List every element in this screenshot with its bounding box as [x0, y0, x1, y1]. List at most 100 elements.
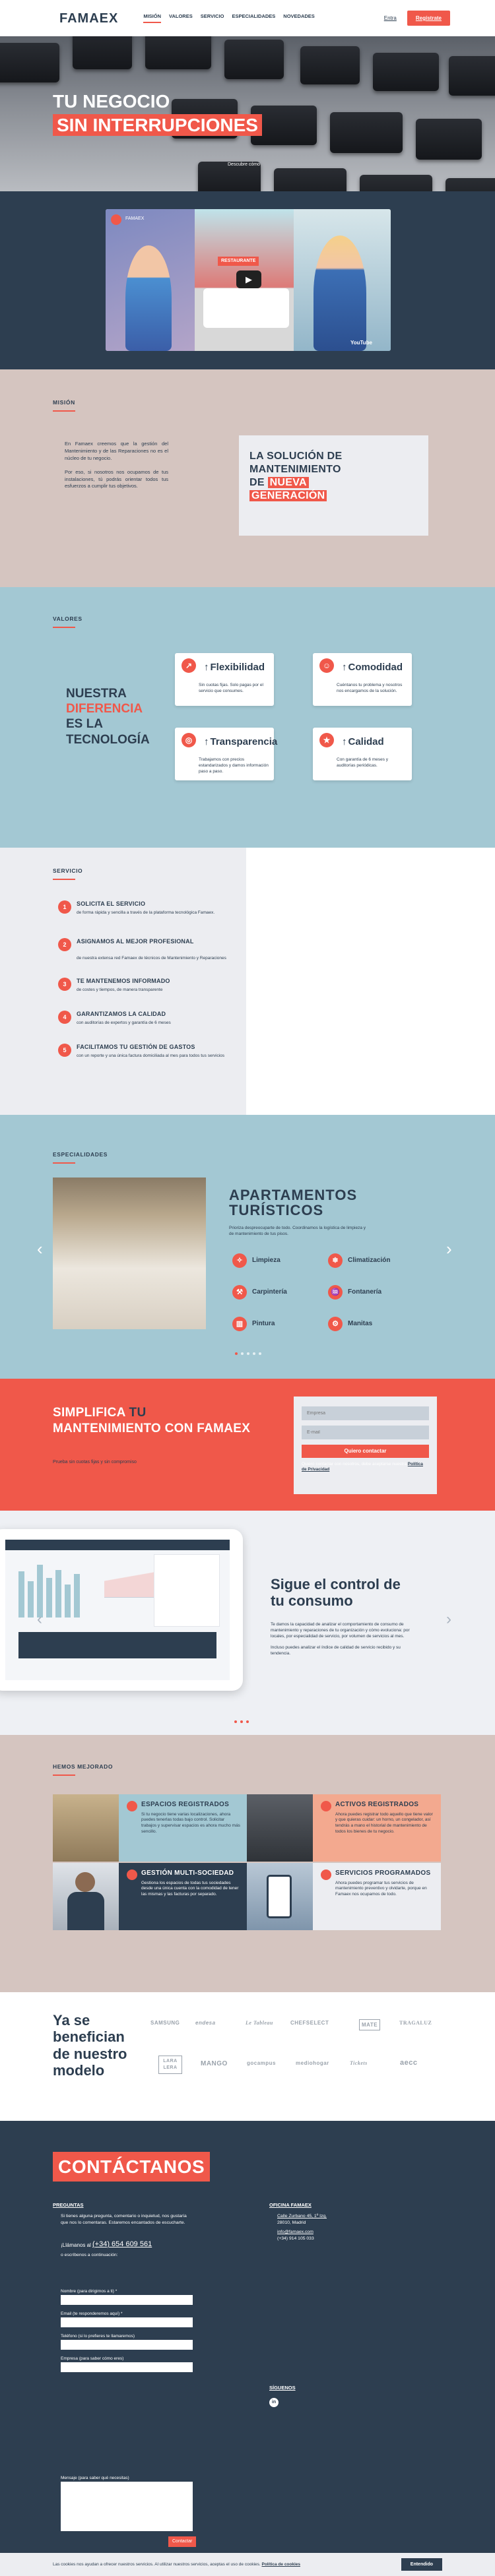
section-label: VALORES [53, 615, 82, 628]
clientes-title: Ya se benefician de nuestro modelo [53, 2012, 127, 2079]
value-card-comodidad: ☺ Comodidad Cuéntanos tu problema y noso… [313, 653, 412, 706]
youtube-logo[interactable]: YouTube [350, 339, 372, 346]
chevron-right-icon[interactable]: › [446, 1608, 451, 1631]
email-label: Email (te responderemos aquí) * [61, 2311, 123, 2316]
video-player[interactable]: RESTAURANTE FAMAEX ▶ YouTube [106, 209, 391, 351]
video-panel-right [294, 209, 391, 351]
login-link[interactable]: Entra [384, 15, 397, 22]
quick-contact-form: Quiero contactar Quiero contactar con no… [294, 1397, 437, 1494]
famaex-logo[interactable]: FAMAEX [59, 9, 118, 28]
client-logo: CHEFSELECT [290, 2020, 329, 2026]
cookie-policy-link[interactable]: Política de cookies [262, 2562, 301, 2567]
section-label: MISIÓN [53, 399, 75, 412]
client-logo: MANGO [201, 2060, 228, 2067]
company-input[interactable] [61, 2362, 193, 2372]
contact-title: CONTÁCTANOS [53, 2152, 211, 2182]
site-header: FAMAEX MISIÓN VALORES SERVICIO ESPECIALI… [0, 0, 495, 36]
phone-photo [247, 1863, 313, 1930]
email-link[interactable]: info@famaex.com [277, 2229, 314, 2236]
address-line[interactable]: Calle Zurbano 45, 1º Izq. [277, 2213, 327, 2220]
mejorado-section: HEMOS MEJORADO ESPACIOS REGISTRADOS Si t… [0, 1735, 495, 1992]
phone-link[interactable]: (+34) 654 609 561 [92, 2240, 152, 2249]
section-label: SERVICIO [53, 867, 82, 880]
client-logo: MATE [359, 2019, 381, 2031]
client-logo: Tickets [350, 2060, 368, 2066]
box-line: GENERACIÓN [249, 489, 418, 503]
name-label: Nombre (para dirigirnos a ti) * [61, 2289, 117, 2294]
phone-input[interactable] [61, 2340, 193, 2350]
client-logo: endesa [195, 2020, 216, 2026]
message-label: Mensaje (para saber qué necesitas) [61, 2476, 129, 2480]
especialidad-desc: Prioriza despreocuparte de todo. Coordin… [229, 1226, 366, 1236]
paint-roller-icon: ▥ [232, 1317, 247, 1331]
channel-avatar [111, 214, 121, 225]
hero-title-line2: SIN INTERRUPCIONES [53, 114, 262, 136]
video-panel-left [106, 209, 195, 351]
value-card-transparencia: ◎ Transparencia Trabajamos con precios e… [175, 728, 277, 780]
section-label: HEMOS MEJORADO [53, 1763, 113, 1776]
siguenos-label: SÍGUENOS [269, 2385, 296, 2391]
carousel-dots[interactable] [235, 1352, 261, 1355]
main-nav: MISIÓN VALORES SERVICIO ESPECIALIDADES N… [143, 13, 315, 24]
feature-tile: ACTIVOS REGISTRADOS Ahora puedes registr… [247, 1794, 441, 1862]
hero-caption: Descubre cómo [228, 162, 261, 167]
cookie-bar: Las cookies nos ayudan a ofrecer nuestro… [0, 2553, 495, 2576]
chevron-left-icon[interactable]: ‹ [37, 1237, 43, 1261]
service-item: ✧ Limpieza [232, 1253, 280, 1268]
hammer-icon: ⚙ [328, 1317, 343, 1331]
feature-tile: GESTIÓN MULTI-SOCIEDAD Gestiona los espa… [53, 1863, 247, 1930]
nav-mision[interactable]: MISIÓN [143, 13, 162, 24]
client-logo: Le Tableau [246, 2020, 273, 2026]
play-icon[interactable]: ▶ [236, 270, 261, 288]
nav-novedades[interactable]: NOVEDADES [283, 13, 315, 24]
cookie-text: Las cookies nos ayudan a ofrecer nuestro… [53, 2561, 301, 2567]
service-item: ♒ Fontanería [328, 1285, 381, 1300]
nav-especialidades[interactable]: ESPECIALIDADES [232, 13, 275, 24]
client-logo: SAMSUNG [150, 2020, 180, 2026]
contacto-section: CONTÁCTANOS PREGUNTAS Si tienes alguna p… [0, 2121, 495, 2553]
mision-text: En Famaex creemos que la gestión del Man… [65, 441, 168, 497]
hero-section: TU NEGOCIO SIN INTERRUPCIONES Descubre c… [0, 36, 495, 191]
company-label: Empresa (para saber cómo eres) [61, 2356, 124, 2361]
email-input[interactable] [61, 2317, 193, 2327]
linkedin-icon[interactable]: in [269, 2398, 279, 2407]
especialidades-section: ESPECIALIDADES ‹ › APARTAMENTOS TURÍSTIC… [0, 1115, 495, 1379]
mision-paragraph: En Famaex creemos que la gestión del Man… [65, 441, 168, 461]
phone-label: Teléfono (si lo prefieres te llamaremos) [61, 2334, 135, 2339]
video-section: RESTAURANTE FAMAEX ▶ YouTube [0, 191, 495, 369]
feature-tile: SERVICIOS PROGRAMADOS Ahora puedes progr… [247, 1863, 441, 1930]
submit-button[interactable]: Contactar [168, 2536, 197, 2547]
servicio-section: SERVICIO 1 SOLICITA EL SERVICIO de forma… [0, 848, 495, 1115]
carousel-dots[interactable] [234, 1720, 249, 1723]
chevron-left-icon[interactable]: ‹ [37, 1608, 42, 1631]
company-input[interactable] [302, 1406, 429, 1420]
video-title: FAMAEX [125, 216, 145, 221]
saw-icon: ⚒ [232, 1285, 247, 1300]
building-photo [53, 1794, 119, 1862]
privacy-note: Quiero contactar con nosotros, debe acep… [302, 1462, 423, 1472]
appliance-photo [247, 1794, 313, 1862]
control-section: ‹ › Sigue el control de tu consumo Te da… [0, 1511, 495, 1735]
company-icon [127, 1869, 137, 1880]
name-input[interactable] [61, 2295, 193, 2305]
service-item: ⚒ Carpintería [232, 1285, 287, 1300]
transparency-icon: ◎ [182, 733, 196, 747]
nav-valores[interactable]: VALORES [169, 13, 193, 24]
nav-servicio[interactable]: SERVICIO [201, 13, 224, 24]
message-textarea[interactable] [61, 2482, 193, 2531]
register-button[interactable]: Regístrate [407, 10, 450, 26]
form-intro: o escríbenos a continuación: [61, 2253, 118, 2257]
client-logo: LARA LERA [158, 2056, 182, 2074]
service-item: ⚙ Manitas [328, 1317, 372, 1331]
hero-title-line1: TU NEGOCIO [53, 91, 170, 111]
valores-heading: NUESTRA DIFERENCIA ES LA TECNOLOGÍA [66, 687, 150, 747]
simplifica-title: SIMPLIFICA TU MANTENIMIENTO CON FAMAEX [53, 1406, 251, 1435]
mision-section: MISIÓN En Famaex creemos que la gestión … [0, 369, 495, 587]
cookie-accept-button[interactable]: Entendido [401, 2558, 442, 2571]
email-input[interactable] [302, 1426, 429, 1439]
restaurant-sign: RESTAURANTE [218, 257, 259, 266]
comfort-icon: ☺ [319, 658, 334, 673]
contact-button[interactable]: Quiero contactar [302, 1445, 429, 1458]
preguntas-label: PREGUNTAS [53, 2202, 84, 2208]
chevron-right-icon[interactable]: › [446, 1237, 452, 1261]
